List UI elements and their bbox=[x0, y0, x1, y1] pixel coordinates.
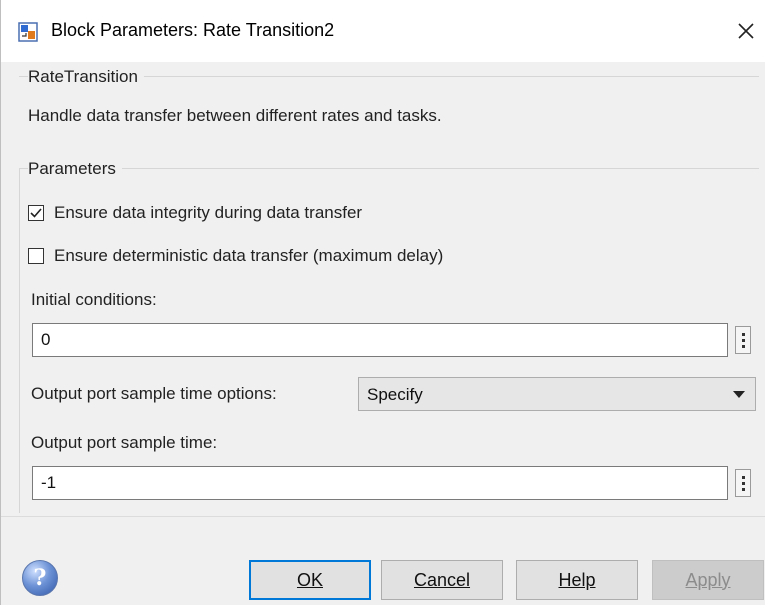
block-description: Handle data transfer between different r… bbox=[28, 106, 442, 125]
block-type-label: RateTransition bbox=[28, 67, 144, 87]
help-button[interactable]: Help bbox=[516, 560, 638, 600]
help-button-label: Help bbox=[558, 569, 596, 590]
ok-button[interactable]: OK bbox=[249, 560, 371, 600]
checkmark-icon bbox=[30, 208, 42, 218]
dot-icon bbox=[741, 338, 745, 342]
simulink-block-icon bbox=[18, 22, 38, 42]
sample-time-options-dropdown[interactable]: Specify bbox=[358, 377, 756, 411]
sample-time-options-label: Output port sample time options: bbox=[31, 384, 277, 403]
title-bar: Block Parameters: Rate Transition2 bbox=[1, 0, 765, 62]
ensure-data-integrity-checkbox-row[interactable]: Ensure data integrity during data transf… bbox=[28, 201, 362, 225]
sample-time-label: Output port sample time: bbox=[31, 433, 218, 452]
dot-icon bbox=[741, 475, 745, 479]
ensure-deterministic-label: Ensure deterministic data transfer (maxi… bbox=[54, 246, 444, 265]
initial-conditions-input[interactable] bbox=[32, 323, 728, 357]
block-parameters-dialog: Block Parameters: Rate Transition2 RateT… bbox=[0, 0, 765, 605]
ensure-deterministic-checkbox[interactable] bbox=[28, 248, 44, 264]
dot-icon bbox=[741, 344, 745, 348]
sample-time-more-button[interactable] bbox=[735, 469, 751, 497]
dot-icon bbox=[741, 481, 745, 485]
apply-button[interactable]: Apply bbox=[652, 560, 764, 600]
parameters-group-border-left bbox=[19, 168, 20, 513]
dot-icon bbox=[741, 487, 745, 491]
sample-time-input[interactable] bbox=[32, 466, 728, 500]
window-title: Block Parameters: Rate Transition2 bbox=[51, 20, 335, 40]
cancel-button-label: Cancel bbox=[413, 569, 471, 590]
initial-conditions-more-button[interactable] bbox=[735, 326, 751, 354]
initial-conditions-label: Initial conditions: bbox=[31, 290, 157, 309]
ensure-data-integrity-label: Ensure data integrity during data transf… bbox=[54, 203, 363, 222]
chevron-down-icon bbox=[733, 391, 745, 398]
parameters-label: Parameters bbox=[28, 159, 122, 179]
footer-divider bbox=[1, 516, 765, 517]
sample-time-options-value: Specify bbox=[367, 385, 423, 404]
cancel-button[interactable]: Cancel bbox=[381, 560, 503, 600]
parameters-group-border bbox=[19, 168, 759, 169]
close-button[interactable] bbox=[731, 14, 761, 48]
ok-button-label: OK bbox=[296, 569, 323, 590]
ensure-data-integrity-checkbox[interactable] bbox=[28, 205, 44, 221]
apply-button-label: Apply bbox=[685, 569, 731, 590]
dot-icon bbox=[741, 332, 745, 336]
close-icon bbox=[738, 23, 754, 39]
ensure-deterministic-checkbox-row[interactable]: Ensure deterministic data transfer (maxi… bbox=[28, 244, 443, 268]
help-icon[interactable]: ? bbox=[22, 560, 58, 596]
